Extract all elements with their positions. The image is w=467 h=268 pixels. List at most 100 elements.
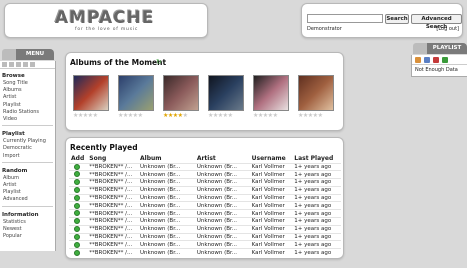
menu-item[interactable]: Playlist (2, 189, 53, 196)
playlist-toggle-icon[interactable] (413, 43, 427, 54)
menu-item[interactable]: Statistics (2, 219, 53, 226)
song-cell[interactable]: **BROKEN** /... (87, 201, 138, 210)
add-icon[interactable] (74, 195, 80, 201)
song-cell[interactable]: **BROKEN** /... (87, 240, 138, 249)
column-header-album[interactable]: Album (138, 154, 195, 163)
username-cell[interactable]: Karl Vollmer (249, 209, 293, 218)
artist-cell[interactable]: Unknown (Br... (194, 201, 250, 210)
menu-item[interactable]: Playlist (2, 102, 53, 109)
rating-stars[interactable]: ★★★★★ (298, 112, 334, 119)
artist-cell[interactable]: Unknown (Br... (194, 248, 250, 257)
song-cell[interactable]: **BROKEN** /... (87, 170, 138, 179)
artist-cell[interactable]: Unknown (Br... (194, 224, 250, 234)
album-cell[interactable]: Unknown (Br... (138, 170, 195, 179)
username-cell[interactable]: Karl Vollmer (249, 162, 293, 171)
album-cell[interactable]: Unknown (Br... (138, 185, 195, 195)
username-cell[interactable]: Karl Vollmer (249, 224, 293, 234)
logout-link[interactable]: [Log out] (436, 26, 459, 32)
album-cover[interactable] (208, 75, 244, 111)
search-input[interactable] (307, 14, 383, 23)
artist-cell[interactable]: Unknown (Br... (194, 209, 250, 218)
admin-icon[interactable] (16, 62, 21, 67)
star-icon[interactable]: ★ (138, 112, 143, 119)
star-icon[interactable]: ★ (183, 112, 188, 119)
add-icon[interactable] (74, 187, 80, 194)
star-icon[interactable]: ★ (93, 112, 98, 119)
add-icon[interactable] (74, 171, 80, 178)
add-icon[interactable] (74, 249, 80, 256)
menu-tab[interactable]: MENU (16, 49, 54, 60)
song-cell[interactable]: **BROKEN** /... (87, 193, 138, 202)
star-icon[interactable]: ★ (273, 112, 278, 119)
album-cell[interactable]: Unknown (Br... (138, 193, 195, 202)
add-icon[interactable] (74, 226, 80, 233)
menu-item[interactable]: Advanced (2, 196, 53, 203)
preferences-icon[interactable] (9, 62, 14, 67)
search-button[interactable]: Search (385, 14, 409, 24)
add-icon[interactable] (74, 210, 80, 217)
album-cell[interactable]: Unknown (Br... (138, 178, 195, 187)
delete-playlist-icon[interactable] (433, 57, 439, 63)
album-cover[interactable] (298, 75, 334, 111)
add-icon[interactable] (74, 179, 80, 186)
column-header-song[interactable]: Song (87, 154, 138, 163)
menu-item[interactable]: Currently Playing (2, 138, 53, 145)
album-cell[interactable]: Unknown (Br... (138, 232, 195, 241)
rating-stars[interactable]: ★★★★★ (208, 112, 244, 119)
rating-stars[interactable]: ★★★★★ (118, 112, 154, 119)
album-cover[interactable] (253, 75, 289, 111)
advanced-search-button[interactable]: Advanced Search (411, 14, 462, 30)
menu-item[interactable]: Newest (2, 226, 53, 233)
menu-toggle-icon[interactable] (2, 49, 16, 60)
playlist-tab[interactable]: PLAYLIST (427, 43, 467, 54)
album-cover[interactable] (163, 75, 199, 111)
menu-item[interactable]: Radio Stations (2, 109, 53, 116)
menu-item[interactable]: Albums (2, 87, 53, 94)
localplay-icon[interactable] (23, 62, 28, 67)
username-cell[interactable]: Karl Vollmer (249, 201, 293, 210)
album-cell[interactable]: Unknown (Br... (138, 162, 195, 171)
menu-item[interactable]: Album (2, 175, 53, 182)
artist-cell[interactable]: Unknown (Br... (194, 232, 250, 241)
menu-item[interactable]: Import (2, 153, 53, 160)
song-cell[interactable]: **BROKEN** /... (87, 185, 138, 195)
rating-stars[interactable]: ★★★★★ (163, 112, 199, 119)
song-cell[interactable]: **BROKEN** /... (87, 232, 138, 241)
album-cover[interactable] (118, 75, 154, 111)
rating-stars[interactable]: ★★★★★ (253, 112, 289, 119)
artist-cell[interactable]: Unknown (Br... (194, 240, 250, 249)
username-cell[interactable]: Karl Vollmer (249, 240, 293, 249)
player-icon[interactable] (30, 62, 35, 67)
column-header-artist[interactable]: Artist (195, 154, 250, 163)
album-cell[interactable]: Unknown (Br... (138, 240, 195, 249)
album-cell[interactable]: Unknown (Br... (138, 201, 195, 210)
username-cell[interactable]: Karl Vollmer (249, 193, 293, 202)
username-cell[interactable]: Karl Vollmer (249, 217, 293, 226)
rss-icon[interactable] (415, 57, 421, 63)
artist-cell[interactable]: Unknown (Br... (194, 217, 250, 226)
song-cell[interactable]: **BROKEN** /... (87, 178, 138, 187)
username-cell[interactable]: Karl Vollmer (249, 170, 293, 179)
artist-cell[interactable]: Unknown (Br... (194, 185, 250, 195)
star-icon[interactable]: ★ (318, 112, 323, 119)
album-cell[interactable]: Unknown (Br... (138, 248, 195, 257)
username-cell[interactable]: Karl Vollmer (249, 185, 293, 195)
add-icon[interactable] (74, 241, 80, 248)
artist-cell[interactable]: Unknown (Br... (194, 162, 250, 171)
song-cell[interactable]: **BROKEN** /... (87, 209, 138, 218)
album-cell[interactable]: Unknown (Br... (138, 209, 195, 218)
song-cell[interactable]: **BROKEN** /... (87, 162, 138, 171)
save-playlist-icon[interactable] (424, 57, 430, 63)
song-cell[interactable]: **BROKEN** /... (87, 224, 138, 234)
add-icon[interactable] (442, 57, 448, 63)
menu-item[interactable]: Democratic (2, 145, 53, 152)
artist-cell[interactable]: Unknown (Br... (194, 170, 250, 179)
menu-item[interactable]: Song Title (2, 80, 53, 87)
add-icon[interactable] (74, 218, 80, 225)
username-cell[interactable]: Karl Vollmer (249, 232, 293, 241)
column-header-last-played[interactable]: Last Played (292, 154, 341, 163)
star-icon[interactable]: ★ (228, 112, 233, 119)
album-cell[interactable]: Unknown (Br... (138, 217, 195, 226)
artist-cell[interactable]: Unknown (Br... (194, 193, 250, 202)
menu-item[interactable]: Artist (2, 94, 53, 101)
